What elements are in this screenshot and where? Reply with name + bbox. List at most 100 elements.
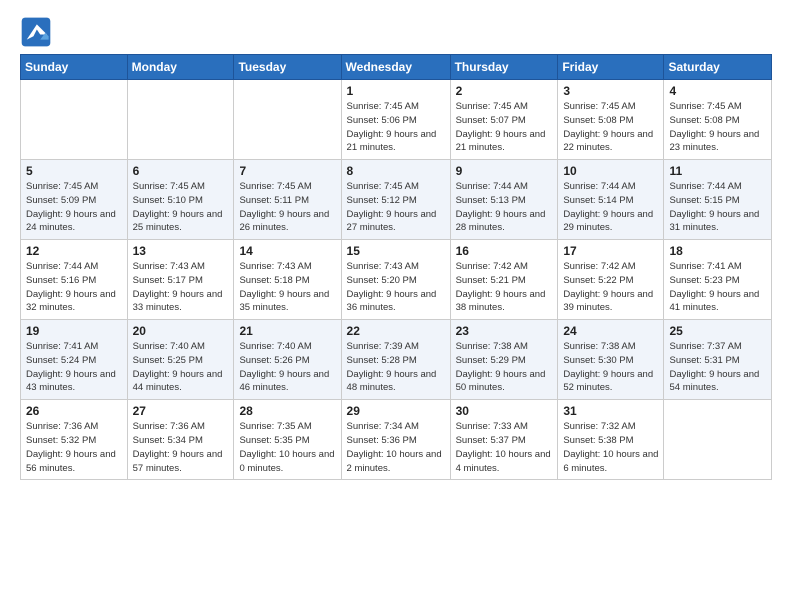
- day-number: 12: [26, 244, 122, 258]
- logo: [20, 16, 56, 48]
- calendar-cell: 16 Sunrise: 7:42 AM Sunset: 5:21 PM Dayli…: [450, 240, 558, 320]
- calendar-cell: 29 Sunrise: 7:34 AM Sunset: 5:36 PM Dayli…: [341, 400, 450, 480]
- day-number: 29: [347, 404, 445, 418]
- day-info: Sunrise: 7:32 AM Sunset: 5:38 PM Dayligh…: [563, 420, 658, 475]
- day-number: 22: [347, 324, 445, 338]
- logo-icon: [20, 16, 52, 48]
- day-number: 24: [563, 324, 658, 338]
- calendar-cell: 7 Sunrise: 7:45 AM Sunset: 5:11 PM Daylig…: [234, 160, 341, 240]
- day-number: 1: [347, 84, 445, 98]
- calendar: SundayMondayTuesdayWednesdayThursdayFrid…: [20, 54, 772, 480]
- day-info: Sunrise: 7:45 AM Sunset: 5:07 PM Dayligh…: [456, 100, 553, 155]
- day-info: Sunrise: 7:43 AM Sunset: 5:18 PM Dayligh…: [239, 260, 335, 315]
- calendar-body: 1 Sunrise: 7:45 AM Sunset: 5:06 PM Daylig…: [21, 80, 772, 480]
- day-number: 9: [456, 164, 553, 178]
- calendar-cell: 25 Sunrise: 7:37 AM Sunset: 5:31 PM Dayli…: [664, 320, 772, 400]
- calendar-cell: 19 Sunrise: 7:41 AM Sunset: 5:24 PM Dayli…: [21, 320, 128, 400]
- day-info: Sunrise: 7:45 AM Sunset: 5:06 PM Dayligh…: [347, 100, 445, 155]
- calendar-cell: 20 Sunrise: 7:40 AM Sunset: 5:25 PM Dayli…: [127, 320, 234, 400]
- calendar-week: 19 Sunrise: 7:41 AM Sunset: 5:24 PM Dayli…: [21, 320, 772, 400]
- weekday-row: SundayMondayTuesdayWednesdayThursdayFrid…: [21, 55, 772, 80]
- day-number: 26: [26, 404, 122, 418]
- day-number: 28: [239, 404, 335, 418]
- day-info: Sunrise: 7:41 AM Sunset: 5:23 PM Dayligh…: [669, 260, 766, 315]
- calendar-cell: 11Sunrise: 7:44 AM Sunset: 5:15 PM Dayli…: [664, 160, 772, 240]
- day-info: Sunrise: 7:37 AM Sunset: 5:31 PM Dayligh…: [669, 340, 766, 395]
- calendar-cell: 10 Sunrise: 7:44 AM Sunset: 5:14 PM Dayli…: [558, 160, 664, 240]
- day-info: Sunrise: 7:34 AM Sunset: 5:36 PM Dayligh…: [347, 420, 445, 475]
- day-number: 7: [239, 164, 335, 178]
- day-info: Sunrise: 7:41 AM Sunset: 5:24 PM Dayligh…: [26, 340, 122, 395]
- day-info: Sunrise: 7:45 AM Sunset: 5:12 PM Dayligh…: [347, 180, 445, 235]
- day-info: Sunrise: 7:45 AM Sunset: 5:10 PM Dayligh…: [133, 180, 229, 235]
- weekday-header: Friday: [558, 55, 664, 80]
- day-info: Sunrise: 7:33 AM Sunset: 5:37 PM Dayligh…: [456, 420, 553, 475]
- day-info: Sunrise: 7:38 AM Sunset: 5:29 PM Dayligh…: [456, 340, 553, 395]
- calendar-cell: 27 Sunrise: 7:36 AM Sunset: 5:34 PM Dayli…: [127, 400, 234, 480]
- weekday-header: Sunday: [21, 55, 128, 80]
- day-number: 5: [26, 164, 122, 178]
- calendar-week: 5 Sunrise: 7:45 AM Sunset: 5:09 PM Daylig…: [21, 160, 772, 240]
- day-info: Sunrise: 7:45 AM Sunset: 5:09 PM Dayligh…: [26, 180, 122, 235]
- header: [20, 16, 772, 48]
- day-info: Sunrise: 7:40 AM Sunset: 5:26 PM Dayligh…: [239, 340, 335, 395]
- day-info: Sunrise: 7:44 AM Sunset: 5:13 PM Dayligh…: [456, 180, 553, 235]
- day-info: Sunrise: 7:40 AM Sunset: 5:25 PM Dayligh…: [133, 340, 229, 395]
- day-info: Sunrise: 7:45 AM Sunset: 5:11 PM Dayligh…: [239, 180, 335, 235]
- day-info: Sunrise: 7:43 AM Sunset: 5:17 PM Dayligh…: [133, 260, 229, 315]
- day-info: Sunrise: 7:38 AM Sunset: 5:30 PM Dayligh…: [563, 340, 658, 395]
- day-info: Sunrise: 7:42 AM Sunset: 5:22 PM Dayligh…: [563, 260, 658, 315]
- weekday-header: Wednesday: [341, 55, 450, 80]
- calendar-week: 26Sunrise: 7:36 AM Sunset: 5:32 PM Dayli…: [21, 400, 772, 480]
- day-info: Sunrise: 7:42 AM Sunset: 5:21 PM Dayligh…: [456, 260, 553, 315]
- day-number: 4: [669, 84, 766, 98]
- day-number: 31: [563, 404, 658, 418]
- day-info: Sunrise: 7:44 AM Sunset: 5:15 PM Dayligh…: [669, 180, 766, 235]
- calendar-cell: 23Sunrise: 7:38 AM Sunset: 5:29 PM Dayli…: [450, 320, 558, 400]
- weekday-header: Saturday: [664, 55, 772, 80]
- calendar-cell: 28Sunrise: 7:35 AM Sunset: 5:35 PM Dayli…: [234, 400, 341, 480]
- calendar-cell: 17 Sunrise: 7:42 AM Sunset: 5:22 PM Dayli…: [558, 240, 664, 320]
- day-number: 27: [133, 404, 229, 418]
- calendar-cell: 31 Sunrise: 7:32 AM Sunset: 5:38 PM Dayli…: [558, 400, 664, 480]
- day-number: 20: [133, 324, 229, 338]
- weekday-header: Tuesday: [234, 55, 341, 80]
- day-number: 3: [563, 84, 658, 98]
- calendar-cell: 18 Sunrise: 7:41 AM Sunset: 5:23 PM Dayli…: [664, 240, 772, 320]
- calendar-cell: [127, 80, 234, 160]
- calendar-week: 1 Sunrise: 7:45 AM Sunset: 5:06 PM Daylig…: [21, 80, 772, 160]
- calendar-cell: 4Sunrise: 7:45 AM Sunset: 5:08 PM Daylig…: [664, 80, 772, 160]
- calendar-cell: 8 Sunrise: 7:45 AM Sunset: 5:12 PM Daylig…: [341, 160, 450, 240]
- day-number: 14: [239, 244, 335, 258]
- calendar-cell: 12 Sunrise: 7:44 AM Sunset: 5:16 PM Dayli…: [21, 240, 128, 320]
- calendar-cell: 6Sunrise: 7:45 AM Sunset: 5:10 PM Daylig…: [127, 160, 234, 240]
- calendar-cell: 21 Sunrise: 7:40 AM Sunset: 5:26 PM Dayli…: [234, 320, 341, 400]
- day-info: Sunrise: 7:45 AM Sunset: 5:08 PM Dayligh…: [563, 100, 658, 155]
- calendar-cell: 1 Sunrise: 7:45 AM Sunset: 5:06 PM Daylig…: [341, 80, 450, 160]
- calendar-cell: 15 Sunrise: 7:43 AM Sunset: 5:20 PM Dayli…: [341, 240, 450, 320]
- day-number: 8: [347, 164, 445, 178]
- calendar-cell: 3 Sunrise: 7:45 AM Sunset: 5:08 PM Daylig…: [558, 80, 664, 160]
- calendar-cell: 30Sunrise: 7:33 AM Sunset: 5:37 PM Dayli…: [450, 400, 558, 480]
- day-info: Sunrise: 7:44 AM Sunset: 5:14 PM Dayligh…: [563, 180, 658, 235]
- calendar-week: 12 Sunrise: 7:44 AM Sunset: 5:16 PM Dayli…: [21, 240, 772, 320]
- calendar-cell: [234, 80, 341, 160]
- day-info: Sunrise: 7:43 AM Sunset: 5:20 PM Dayligh…: [347, 260, 445, 315]
- calendar-cell: 2Sunrise: 7:45 AM Sunset: 5:07 PM Daylig…: [450, 80, 558, 160]
- day-number: 17: [563, 244, 658, 258]
- day-info: Sunrise: 7:36 AM Sunset: 5:34 PM Dayligh…: [133, 420, 229, 475]
- day-number: 10: [563, 164, 658, 178]
- day-number: 18: [669, 244, 766, 258]
- day-number: 19: [26, 324, 122, 338]
- day-number: 16: [456, 244, 553, 258]
- day-number: 21: [239, 324, 335, 338]
- calendar-cell: [21, 80, 128, 160]
- day-number: 15: [347, 244, 445, 258]
- calendar-cell: 22Sunrise: 7:39 AM Sunset: 5:28 PM Dayli…: [341, 320, 450, 400]
- page: SundayMondayTuesdayWednesdayThursdayFrid…: [0, 0, 792, 496]
- calendar-cell: 24 Sunrise: 7:38 AM Sunset: 5:30 PM Dayli…: [558, 320, 664, 400]
- day-info: Sunrise: 7:44 AM Sunset: 5:16 PM Dayligh…: [26, 260, 122, 315]
- calendar-cell: 26Sunrise: 7:36 AM Sunset: 5:32 PM Dayli…: [21, 400, 128, 480]
- calendar-cell: 13Sunrise: 7:43 AM Sunset: 5:17 PM Dayli…: [127, 240, 234, 320]
- day-number: 25: [669, 324, 766, 338]
